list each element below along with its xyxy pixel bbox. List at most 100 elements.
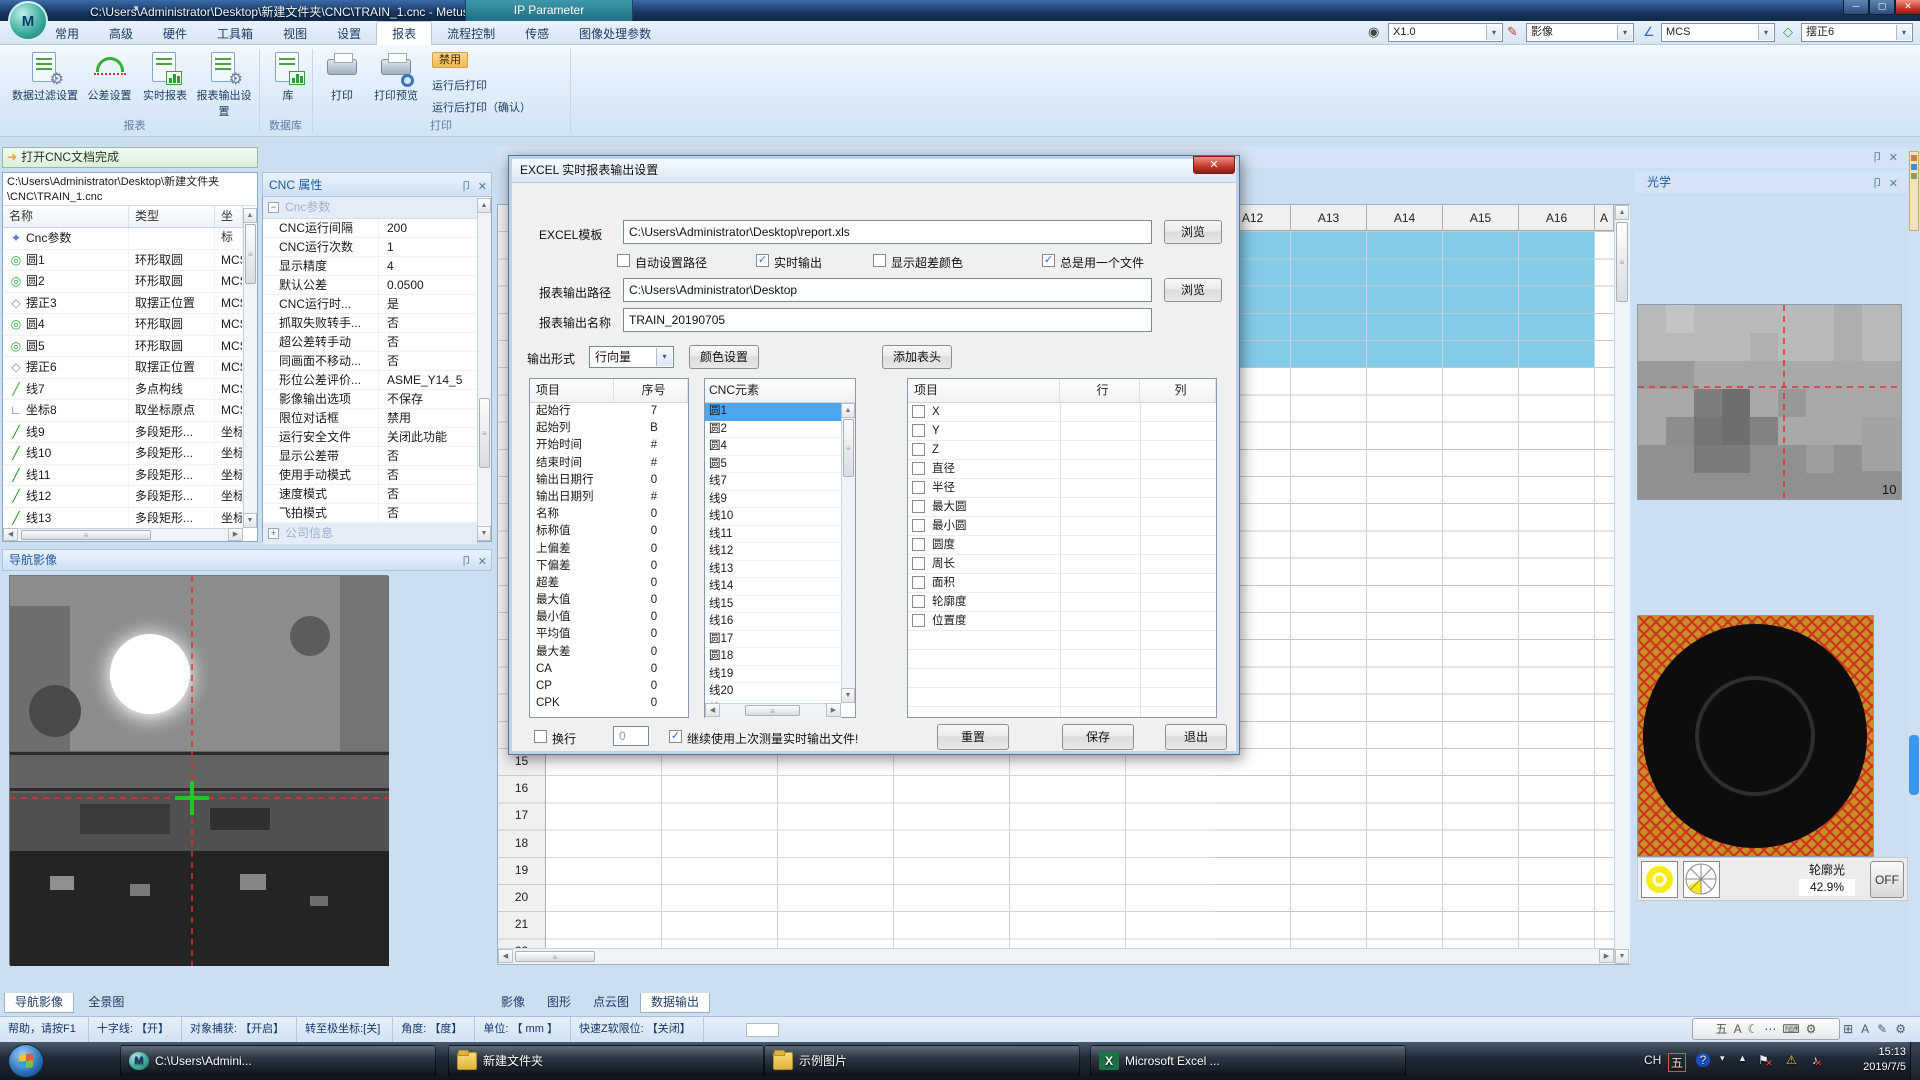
menu-tab-7[interactable]: 报表 [376,21,432,45]
status-tool-icon-3[interactable]: ✎ [1877,1022,1887,1036]
close-icon[interactable]: ✕ [1889,152,1898,164]
property-row[interactable]: CNC运行次数1 [263,238,477,257]
tolerance-settings-button[interactable]: 公差设置 [82,51,137,103]
help-tray-icon[interactable]: ? [1696,1053,1710,1067]
alignment-select[interactable]: 摆正6▾ [1801,23,1913,42]
output-path-input[interactable]: C:\Users\Administrator\Desktop [623,278,1152,302]
property-group-cnc[interactable]: −Cnc参数 [263,197,477,219]
menu-tab-1[interactable]: 常用 [40,22,94,46]
pin-icon[interactable]: 卩 [461,181,472,193]
output-field-row[interactable]: 位置度 [908,612,1216,631]
browse-output-button[interactable]: 浏览 [1164,278,1222,302]
menu-tab-8[interactable]: 流程控制 [432,22,510,46]
table-row[interactable]: ◎圆4环形取圆MCS [3,314,243,336]
report-items-list[interactable]: 项目序号 起始行7起始列B开始时间#结束时间#输出日期行0输出日期列#名称0标称… [529,378,689,718]
print-preview-button[interactable]: 打印预览 [366,51,426,103]
zoom-select[interactable]: X1.0▾ [1388,23,1503,42]
wrap-count-input[interactable]: 0 [613,726,649,746]
report-item-row[interactable]: 起始列B [530,420,688,437]
table-row[interactable]: ╱线11多段矩形...坐标8 [3,465,243,487]
report-item-row[interactable]: 最大差0 [530,644,688,661]
cnc-element-row[interactable]: 线15 [705,596,841,614]
collapsed-panel-strip[interactable] [1908,147,1920,1012]
report-item-row[interactable]: 输出日期行0 [530,472,688,489]
ring-light-button[interactable] [1641,861,1678,898]
menu-tab-3[interactable]: 硬件 [148,22,202,46]
properties-vertical-scrollbar[interactable]: ▲ ≡ ▼ [477,198,491,541]
report-item-row[interactable]: 上偏差0 [530,541,688,558]
field-checkbox[interactable] [912,443,925,456]
output-field-row[interactable]: 轮廓度 [908,593,1216,612]
dialog-checkbox-1[interactable] [617,254,630,267]
collapsed-tab[interactable] [1909,151,1919,231]
row-header[interactable]: 19 [498,857,545,884]
table-row[interactable]: ╱线7多点构线MCS [3,379,243,401]
column-header[interactable]: A [1595,205,1614,231]
property-group-company[interactable]: +公司信息 [263,523,477,545]
show-hidden-icons[interactable]: ▲ [1738,1053,1747,1063]
cnc-element-row[interactable]: 圆17 [705,631,841,649]
report-item-row[interactable]: 下偏差0 [530,558,688,575]
browse-template-button[interactable]: 浏览 [1164,220,1222,244]
table-row[interactable]: ╱线9多段矩形...坐标8 [3,422,243,444]
menu-tab-4[interactable]: 工具箱 [202,22,268,46]
optics-zoom-image[interactable]: 10 [1637,304,1902,500]
property-row[interactable]: 默认公差0.0500 [263,276,477,295]
menu-tab-9[interactable]: 传感 [510,22,564,46]
dialog-checkbox-3[interactable] [873,254,886,267]
output-field-row[interactable]: 面积 [908,574,1216,593]
cnc-element-row[interactable]: 线20 [705,683,841,701]
property-row[interactable]: 形位公差评价...ASME_Y14_5 [263,371,477,390]
field-checkbox[interactable] [912,519,925,532]
cnc-element-row[interactable]: 圆4 [705,438,841,456]
menu-tab-5[interactable]: 视图 [268,22,322,46]
report-item-row[interactable]: 起始行7 [530,403,688,420]
lang-bar-icon-5[interactable]: ⌨ [1782,1022,1799,1036]
field-checkbox[interactable] [912,538,925,551]
property-row[interactable]: 运行安全文件关闭此功能 [263,428,477,447]
report-item-row[interactable]: 名称0 [530,506,688,523]
property-row[interactable]: CNC运行间隔200 [263,219,477,238]
output-fields-list[interactable]: 项目行列 XYZ直径半径最大圆最小圆圆度周长面积轮廓度位置度 [907,378,1217,718]
field-checkbox[interactable] [912,424,925,437]
sheet-column-headers[interactable]: A12A13A14A15A16A [1215,205,1614,231]
window-switch-icon[interactable]: ▾ [1720,1053,1725,1064]
table-row[interactable]: ◇摆正3取摆正位置MCS [3,293,243,315]
menu-tab-10[interactable]: 图像处理参数 [564,22,666,46]
table-row[interactable]: ◇摆正6取摆正位置MCS [3,357,243,379]
close-icon[interactable]: ✕ [1889,178,1898,190]
row-header[interactable]: 21 [498,911,545,938]
cnc-element-row[interactable]: 线9 [705,491,841,509]
lang-bar-icon-1[interactable]: 五 [1716,1022,1728,1036]
output-form-select[interactable]: 行向量▾ [589,346,674,368]
language-bar[interactable]: 五A☾⋯⌨⚙ [1692,1018,1840,1040]
tab-2[interactable]: 图形 [536,992,582,1012]
table-row[interactable]: ✦Cnc参数 [3,228,243,250]
report-item-row[interactable]: CA0 [530,661,688,678]
status-tool-icon-1[interactable]: ⊞ [1843,1022,1853,1036]
cnc-element-row[interactable]: 线14 [705,578,841,596]
cnc-elements-list[interactable]: CNC元素 圆1圆2圆4圆5线7线9线10线11线12线13线14线15线16圆… [704,378,856,718]
report-item-row[interactable]: 平均值0 [530,626,688,643]
tab-4[interactable]: 数据输出 [640,993,710,1013]
exit-button[interactable]: 退出 [1165,724,1227,750]
cnc-element-row[interactable]: 线7 [705,473,841,491]
output-name-input[interactable]: TRAIN_20190705 [623,308,1152,332]
report-item-row[interactable]: 开始时间# [530,437,688,454]
dialog-title-bar[interactable]: EXCEL 实时报表输出设置 [512,159,1236,183]
output-field-row[interactable]: 最大圆 [908,498,1216,517]
lang-bar-icon-2[interactable]: A [1734,1022,1742,1036]
output-field-row[interactable]: X [908,403,1216,422]
sheet-vertical-scrollbar[interactable]: ▲ ≡ ▼ [1614,205,1630,964]
cnc-element-row[interactable]: 线10 [705,508,841,526]
alert-icon[interactable]: ⚠ [1786,1053,1797,1067]
clock[interactable]: 15:132019/7/5 [1863,1045,1906,1075]
field-checkbox[interactable] [912,614,925,627]
minimize-button[interactable]: ─ [1843,0,1869,15]
close-icon[interactable]: ✕ [478,181,487,193]
ip-parameter-tab[interactable]: IP Parameter [465,0,633,21]
output-field-row[interactable]: 周长 [908,555,1216,574]
output-field-row[interactable]: 直径 [908,460,1216,479]
table-row[interactable]: ∟坐标8取坐标原点MCS [3,400,243,422]
language-indicator[interactable]: CH [1644,1053,1661,1067]
